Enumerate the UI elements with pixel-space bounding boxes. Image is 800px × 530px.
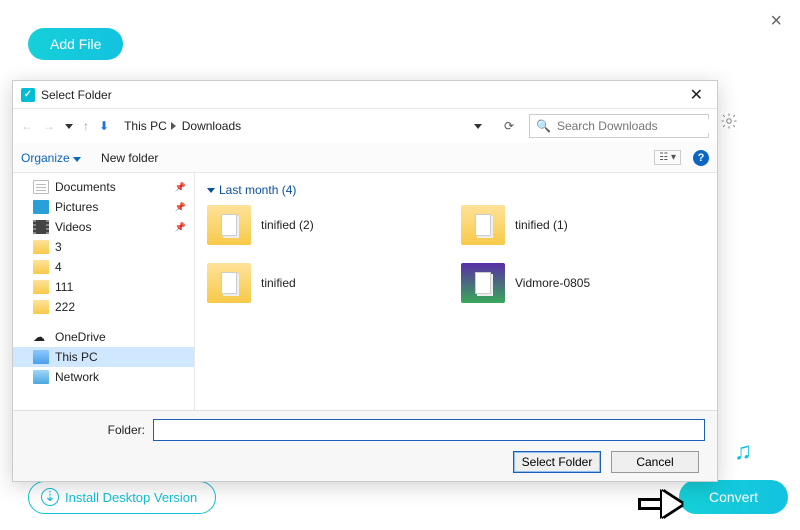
dialog-title: Select Folder	[41, 88, 684, 102]
folder-item[interactable]: tinified (1)	[461, 205, 705, 245]
search-icon: 🔍	[536, 119, 551, 133]
chevron-right-icon	[171, 122, 176, 130]
doc-icon	[33, 180, 49, 194]
refresh-icon[interactable]: ⟳	[497, 119, 521, 133]
fld-icon	[33, 280, 49, 294]
pin-icon: 📌	[175, 222, 186, 233]
tree-item[interactable]: Documents 📌	[13, 177, 194, 197]
select-folder-button[interactable]: Select Folder	[513, 451, 601, 473]
nav-forward-icon[interactable]: →	[43, 119, 55, 133]
tree-item-label: 222	[55, 300, 75, 314]
address-bar: ← → ↑ ⬇ This PC Downloads ⟳ 🔍	[13, 109, 717, 143]
folder-item[interactable]: tinified	[207, 263, 451, 303]
tree-item[interactable]: 222	[13, 297, 194, 317]
tree-item-label: Network	[55, 370, 99, 384]
dialog-titlebar: ✓ Select Folder ✕	[13, 81, 717, 109]
tree-item[interactable]: Pictures 📌	[13, 197, 194, 217]
folder-item-label: tinified (2)	[261, 218, 314, 232]
settings-icon[interactable]	[720, 112, 738, 133]
dialog-toolbar: Organize New folder ☷ ▾ ?	[13, 143, 717, 173]
od-icon: ☁	[33, 330, 49, 344]
search-box[interactable]: 🔍	[529, 114, 709, 138]
tree-item[interactable]: Videos 📌	[13, 217, 194, 237]
add-file-button[interactable]: Add File	[28, 28, 123, 60]
app-close-icon[interactable]: ×	[770, 10, 782, 33]
install-desktop-button[interactable]: Install Desktop Version	[28, 481, 216, 514]
folder-content[interactable]: Last month (4) tinified (2) tinified (1) t…	[195, 173, 717, 410]
fld-icon	[33, 260, 49, 274]
tree-item-label: OneDrive	[55, 330, 106, 344]
path-dropdown-icon[interactable]	[474, 124, 482, 129]
nav-down-icon[interactable]: ⬇	[99, 119, 109, 133]
folder-item-label: Vidmore-0805	[515, 276, 590, 290]
folder-item-label: tinified (1)	[515, 218, 568, 232]
navigation-tree[interactable]: Documents 📌 Pictures 📌 Videos 📌 3 4 111 222 ☁ OneDr…	[13, 173, 195, 410]
folder-item[interactable]: tinified (2)	[207, 205, 451, 245]
pc-icon	[33, 350, 49, 364]
convert-button[interactable]: Convert	[679, 480, 788, 514]
tree-item-label: Pictures	[55, 200, 98, 214]
pin-icon: 📌	[175, 202, 186, 213]
dialog-close-icon[interactable]: ✕	[684, 85, 709, 105]
search-input[interactable]	[557, 119, 712, 133]
nav-history-icon[interactable]	[65, 124, 73, 129]
organize-menu[interactable]: Organize	[21, 151, 81, 165]
music-icon: ♫	[734, 438, 752, 466]
net-icon	[33, 370, 49, 384]
breadcrumb-current[interactable]: Downloads	[182, 119, 241, 133]
select-folder-dialog: ✓ Select Folder ✕ ← → ↑ ⬇ This PC Downlo…	[12, 80, 718, 482]
nav-back-icon[interactable]: ←	[21, 119, 33, 133]
tree-item-label: Videos	[55, 220, 91, 234]
folder-item[interactable]: Vidmore-0805	[461, 263, 705, 303]
tree-item[interactable]: 3	[13, 237, 194, 257]
pic-icon	[33, 200, 49, 214]
folder-thumb-icon	[461, 263, 505, 303]
tree-item-label: Documents	[55, 180, 116, 194]
folder-thumb-icon	[207, 205, 251, 245]
folder-field-label: Folder:	[25, 423, 145, 437]
tree-item-label: 4	[55, 260, 62, 274]
tree-item-label: 111	[55, 280, 73, 294]
help-icon[interactable]: ?	[693, 150, 709, 166]
tree-item-label: 3	[55, 240, 62, 254]
nav-up-icon[interactable]: ↑	[83, 119, 89, 133]
group-header[interactable]: Last month (4)	[207, 183, 705, 197]
fld-icon	[33, 240, 49, 254]
breadcrumb-root[interactable]: This PC	[124, 119, 167, 133]
tree-item[interactable]: 4	[13, 257, 194, 277]
tree-item[interactable]: This PC	[13, 347, 194, 367]
cancel-button[interactable]: Cancel	[611, 451, 699, 473]
folder-thumb-icon	[461, 205, 505, 245]
app-icon: ✓	[21, 88, 35, 102]
view-options-button[interactable]: ☷ ▾	[654, 150, 681, 165]
annotation-arrow-convert	[638, 489, 688, 519]
tree-item-label: This PC	[55, 350, 98, 364]
folder-name-input[interactable]	[153, 419, 705, 441]
fld-icon	[33, 300, 49, 314]
new-folder-button[interactable]: New folder	[101, 151, 158, 165]
folder-thumb-icon	[207, 263, 251, 303]
pin-icon: 📌	[175, 182, 186, 193]
dialog-footer: Folder: Select Folder Cancel	[13, 410, 717, 481]
breadcrumb[interactable]: This PC Downloads	[117, 114, 489, 138]
vid-icon	[33, 220, 49, 234]
folder-item-label: tinified	[261, 276, 296, 290]
tree-item[interactable]: Network	[13, 367, 194, 387]
tree-item[interactable]: 111	[13, 277, 194, 297]
tree-item[interactable]: ☁ OneDrive	[13, 327, 194, 347]
